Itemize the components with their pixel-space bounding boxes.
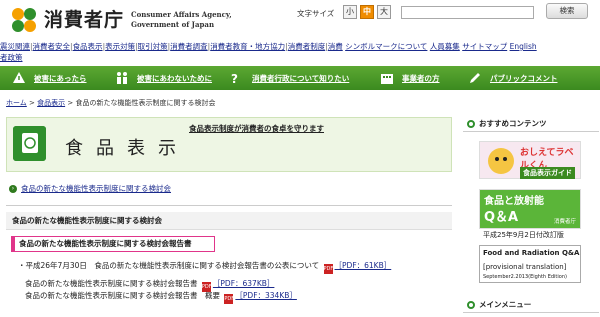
breadcrumb-current: 食品の新たな機能性表示制度に関する検討会 [75, 99, 216, 107]
toplink-policy[interactable]: 者政策 [0, 53, 23, 62]
agency-name-english: Consumer Affairs Agency, Government of J… [131, 10, 232, 29]
pdf-icon: PDF [323, 264, 334, 274]
divider [6, 205, 452, 206]
search-input[interactable] [401, 6, 534, 19]
agency-logo[interactable] [10, 6, 38, 34]
nav-administration[interactable]: ? 消費者行政について知りたい [230, 66, 349, 90]
nav-victim[interactable]: 被害にあったら [12, 66, 87, 90]
top-links: 震災関連|消費者安全|食品表示|表示対策|取引対策|消費者調査|消費者教育・地方… [0, 42, 537, 62]
page-title: 食品表示 [65, 138, 189, 159]
nav-prevention[interactable]: 被害にあわないために [115, 66, 212, 90]
font-size-small-button[interactable]: 小 [343, 5, 357, 19]
people-icon [117, 72, 127, 84]
subnav-link[interactable]: › 食品の新たな機能性表示制度に関する検討会 [9, 183, 171, 194]
font-size-large-button[interactable]: 大 [377, 5, 391, 19]
section-heading: 食品の新たな機能性表示制度に関する検討会 [6, 212, 452, 230]
toplink-food-labeling[interactable]: 食品表示 [73, 42, 103, 51]
warning-icon [13, 72, 25, 83]
main-nav-bar: 被害にあったら 被害にあわないために ? 消費者行政について知りたい 事業者の方… [0, 66, 600, 90]
recommended-heading: おすすめコンテンツ [463, 116, 599, 132]
main-menu-heading: メインメニュー [463, 297, 599, 313]
font-size-label: 文字サイズ [297, 9, 335, 18]
toplink-disaster[interactable]: 震災関連 [0, 42, 30, 51]
radiation-qa-english-banner[interactable]: Food and Radiation Q&A [provisional tran… [479, 245, 581, 283]
toplink-labeling-measures[interactable]: 表示対策 [105, 42, 135, 51]
svg-text:?: ? [231, 72, 238, 85]
publication-item: ・平成26年7月30日 食品の新たな機能性表示制度に関する検討会報告書の公表につ… [18, 261, 392, 274]
toplink-education[interactable]: 消費者教育・地方協力 [210, 42, 285, 51]
radiation-qa-caption: 平成25年9月2日付改訂版 [483, 231, 564, 239]
toplink-trade-measures[interactable]: 取引対策 [138, 42, 168, 51]
banner-slogan: 食品表示制度が消費者の食卓を守ります [189, 124, 324, 133]
toplink-english[interactable]: English [510, 42, 537, 51]
agency-name[interactable]: 消費者庁 [44, 5, 124, 32]
question-icon: ? [231, 72, 238, 85]
food-label-icon [13, 126, 46, 161]
nav-public-comment[interactable]: パブリックコメント [468, 66, 558, 90]
report-title: 食品の新たな機能性表示制度に関する検討会報告書 [11, 236, 215, 252]
toplink-system[interactable]: 消費者制度 [288, 42, 326, 51]
toplink-safety[interactable]: 消費者安全 [33, 42, 71, 51]
toplink-sitemap[interactable]: サイトマップ [462, 42, 507, 51]
breadcrumb: ホーム > 食品表示 > 食品の新たな機能性表示制度に関する検討会 [6, 99, 216, 107]
pdf-link-637kb[interactable]: ［PDF：637KB］ [213, 279, 275, 288]
radiation-qa-banner[interactable]: 食品と放射能 Q＆A 消費者庁 [479, 189, 581, 229]
toplink-symbol-mark[interactable]: シンボルマークについて [345, 42, 427, 51]
nav-business[interactable]: 事業者の方 [380, 66, 440, 90]
label-guide-banner[interactable]: おしえてラベルくん 食品表示ガイド [479, 141, 581, 179]
font-size-medium-button[interactable]: 中 [360, 5, 374, 19]
site-header: 消費者庁 Consumer Affairs Agency, Government… [0, 0, 600, 38]
subnav-label[interactable]: 食品の新たな機能性表示制度に関する検討会 [21, 183, 171, 194]
bullet-icon [467, 301, 475, 309]
building-icon [381, 74, 393, 84]
search-button[interactable]: 検索 [546, 3, 588, 19]
pen-icon [470, 73, 480, 83]
toplink-recruit[interactable]: 人員募集 [430, 42, 460, 51]
pdf-link-61kb[interactable]: ［PDF：61KB］ [335, 261, 392, 270]
arrow-right-icon: › [9, 184, 17, 193]
mascot-icon [488, 148, 514, 174]
pdf-link-334kb[interactable]: ［PDF：334KB］ [235, 291, 297, 300]
toplink-consumer[interactable]: 消費 [328, 42, 343, 51]
breadcrumb-home[interactable]: ホーム [6, 99, 27, 107]
toplink-survey[interactable]: 消費者調査 [170, 42, 208, 51]
section-banner: 食品表示 食品表示制度が消費者の食卓を守ります [6, 117, 452, 172]
pdf-icon: PDF [224, 294, 235, 304]
summary-item: 食品の新たな機能性表示制度に関する検討会報告書 概要 PDF［PDF：334KB… [25, 291, 297, 304]
bullet-icon [467, 120, 475, 128]
breadcrumb-section[interactable]: 食品表示 [37, 99, 65, 107]
